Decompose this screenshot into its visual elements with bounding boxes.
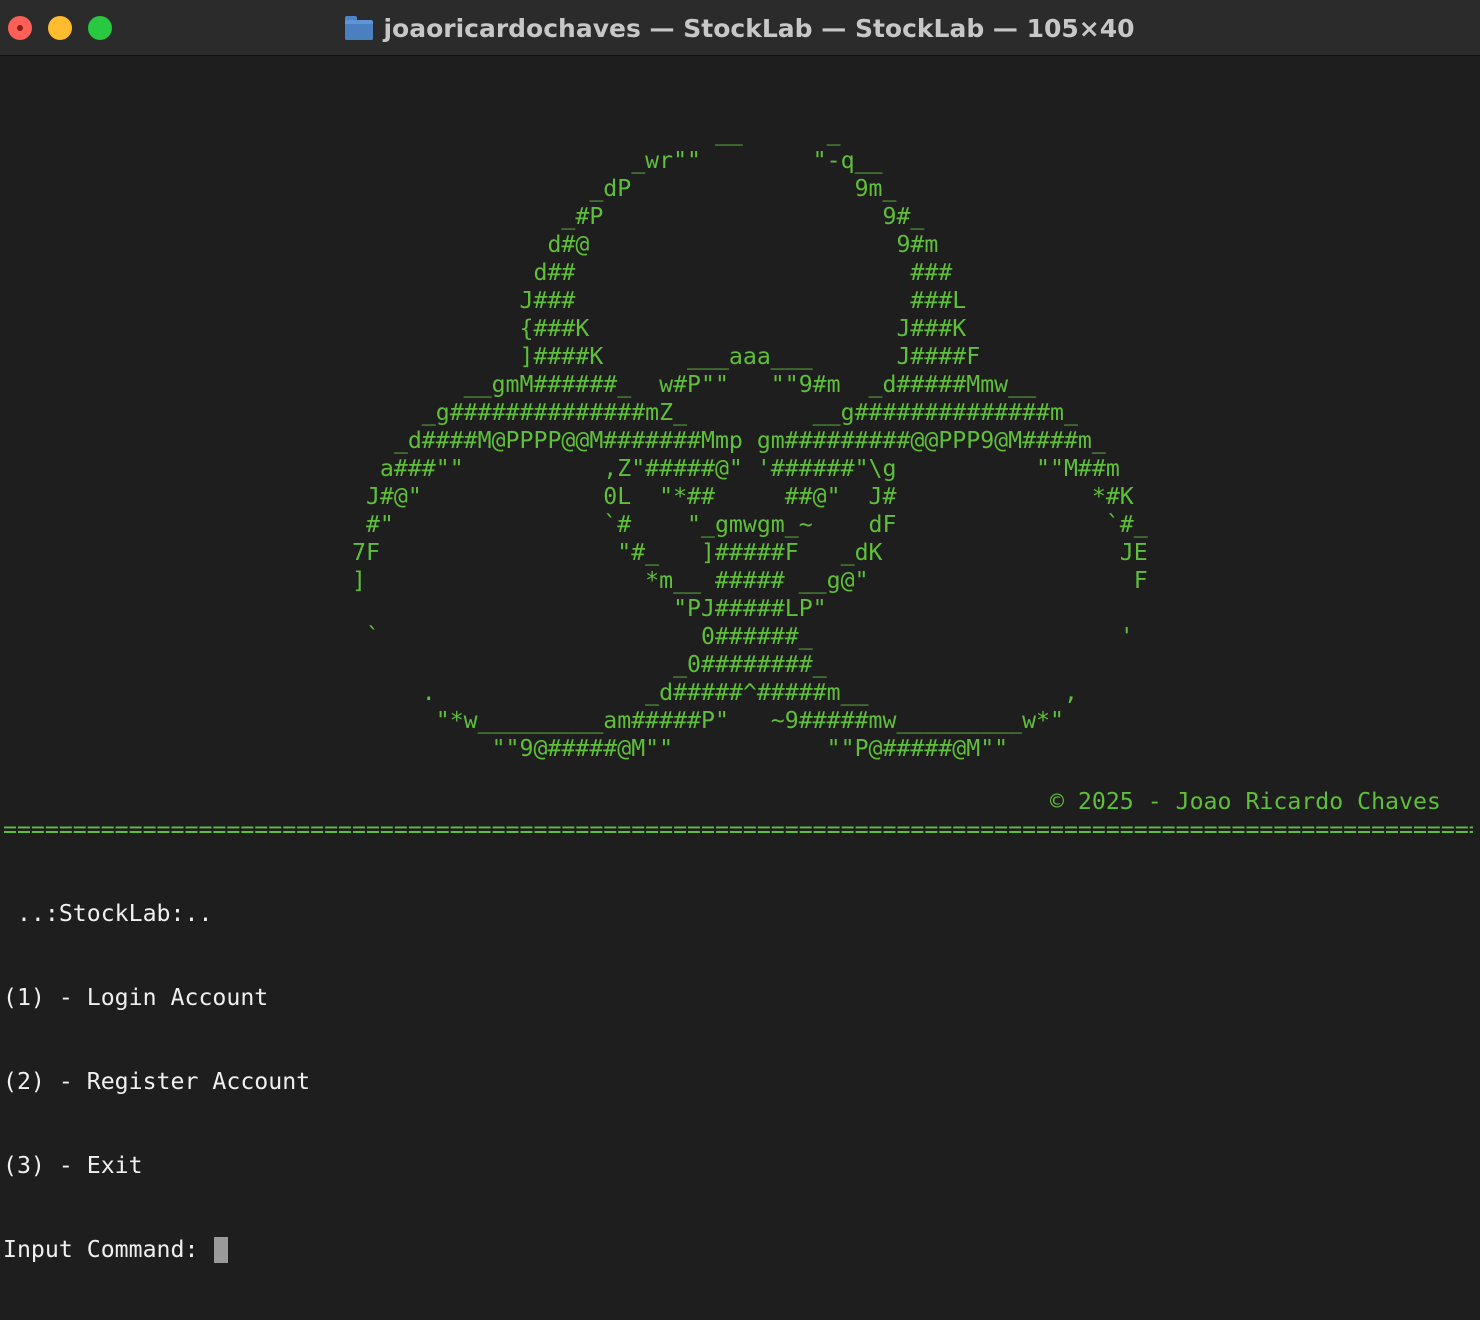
command-prompt: Input Command: xyxy=(3,1236,213,1263)
terminal-content[interactable]: __ _ _wr"" "-q__ _dP 9m_ _#P 9#_ d#@ 9#m… xyxy=(3,63,1148,819)
title-container: joaoricardochaves — StockLab — StockLab … xyxy=(0,0,1480,56)
title-bar[interactable]: joaoricardochaves — StockLab — StockLab … xyxy=(0,0,1480,56)
text-cursor[interactable] xyxy=(214,1237,229,1263)
menu-heading: ..:StockLab:.. xyxy=(3,900,213,927)
menu-option-login: (1) - Login Account xyxy=(3,984,269,1011)
menu-option-exit: (3) - Exit xyxy=(3,1152,143,1179)
command-prompt-line[interactable]: Input Command: xyxy=(3,1236,310,1264)
separator-line: ========================================… xyxy=(3,816,1473,843)
window-title: joaoricardochaves — StockLab — StockLab … xyxy=(383,13,1135,43)
terminal-window: joaoricardochaves — StockLab — StockLab … xyxy=(0,0,1480,1263)
ascii-art-logo: __ _ _wr"" "-q__ _dP 9m_ _#P 9#_ d#@ 9#m… xyxy=(352,119,1148,762)
main-menu: ..:StockLab:.. (1) - Login Account (2) -… xyxy=(3,844,310,1320)
folder-icon xyxy=(345,16,374,40)
menu-option-register: (2) - Register Account xyxy=(3,1068,311,1095)
copyright-text: © 2025 - Joao Ricardo Chaves xyxy=(1050,788,1441,815)
